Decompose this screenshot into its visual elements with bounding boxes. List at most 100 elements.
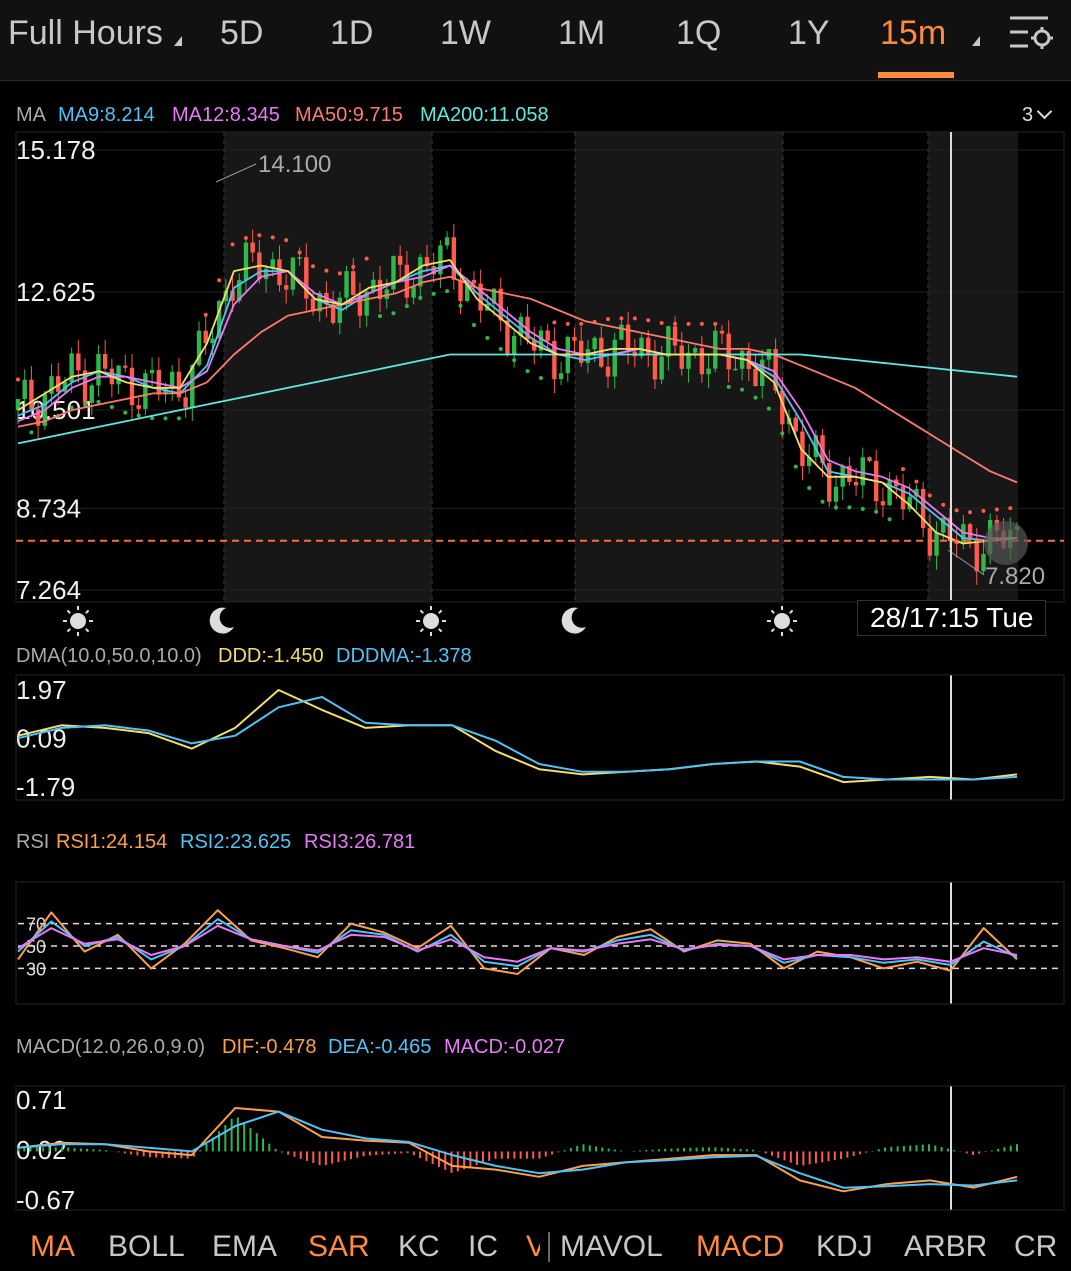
tab-v[interactable]: V [526,1230,540,1264]
sar-dot [136,413,141,418]
rsi-line-rsi2 [17,918,1018,968]
tab-ema[interactable]: EMA [212,1230,277,1264]
sar-dot [619,316,624,321]
candle-body [344,271,349,298]
sar-dot [901,467,906,472]
candle-body [733,368,738,371]
sar-dot [766,406,771,411]
candle-body [183,397,188,408]
tab-ma[interactable]: MA [30,1230,75,1264]
sar-dot [1008,506,1013,511]
sar-dot [257,233,262,238]
tab-mavol[interactable]: MAVOL [560,1230,663,1264]
tab-cr[interactable]: CR [1014,1230,1057,1264]
candle-body [143,373,148,409]
sar-dot [565,321,570,326]
candle-body [250,242,255,253]
ma-line-ma50 [17,275,1018,484]
candle-body [592,337,597,350]
sar-dot [458,303,463,308]
candle-body [96,353,101,386]
candle-body [612,339,617,377]
sar-dot [512,358,517,363]
tab-sar[interactable]: SAR [308,1230,370,1264]
sar-dot [109,405,114,410]
candle-body [934,532,939,556]
candle-body [411,286,416,298]
candle-body [967,524,973,540]
sar-dot [431,291,436,296]
sar-dot [860,506,865,511]
tab-kdj[interactable]: KDJ [816,1230,873,1264]
candle-body [29,379,34,410]
sun-ray [85,628,90,633]
sar-dot [941,502,946,507]
session-shade-0 [224,132,432,602]
sar-dot [297,250,302,255]
tab-arbr[interactable]: ARBR [904,1230,987,1264]
candle-body [558,373,564,380]
candle-body [652,353,658,380]
sar-dot [968,510,973,515]
sun-ray [419,628,424,633]
sun-ray [419,609,424,614]
candle-body [156,370,161,395]
tab-kc[interactable]: KC [398,1230,440,1264]
sar-dot [96,399,101,404]
candle-body [920,488,926,529]
sar-dot [337,271,342,276]
ma-line-ma [17,259,1018,545]
candle-body [659,356,664,380]
candle-body [753,368,758,387]
sar-dot [525,369,530,374]
candle-body [511,335,517,355]
candle-body [136,405,141,409]
sar-dot [378,314,383,319]
sar-dot [606,317,611,322]
sar-dot [311,264,316,269]
rsi-panel-frame [15,881,1065,1005]
sar-dot [874,509,879,514]
sun-icon [774,613,790,629]
macd-y-tick: 0.71 [16,1085,67,1115]
sar-dot [203,312,208,317]
ma-line-ma12 [17,264,1017,539]
sar-dot [740,387,745,392]
candle-body [170,371,175,388]
sar-dot [659,321,664,326]
high-price-label: 14.100 [258,151,331,178]
sun-ray [438,628,443,633]
sun-ray [66,628,71,633]
sar-dot [646,318,651,323]
tab-boll[interactable]: BOLL [108,1230,185,1264]
crosshair-handle [984,521,1028,565]
sar-dot [807,485,812,490]
sun-ray [770,628,775,633]
sun-icon [70,613,86,629]
candle-body [699,348,705,375]
tab-macd[interactable]: MACD [696,1230,784,1264]
candle-body [625,324,631,352]
candle-body [706,368,711,375]
sar-dot [391,311,396,316]
candle-body [210,338,215,344]
candle-body [793,417,798,432]
sar-dot [404,304,409,309]
sar-dot [270,235,275,240]
low-price-label: 7.820 [985,563,1045,590]
sar-dot [927,493,932,498]
price-y-tick: 8.734 [16,493,81,523]
candle-body [692,348,698,353]
crosshair-time-label: 28/17:15 Tue [857,600,1047,636]
rsi-y-tick: 30 [26,959,46,979]
sar-dot [673,321,678,326]
candle-body [585,349,591,363]
candle-body [22,379,27,399]
sar-dot [914,479,919,484]
candle-body [726,333,731,370]
sun-ray [789,628,794,633]
tab-ic[interactable]: IC [468,1230,498,1264]
sar-dot [284,238,289,243]
candle-body [572,336,577,341]
candle-body [666,326,671,357]
